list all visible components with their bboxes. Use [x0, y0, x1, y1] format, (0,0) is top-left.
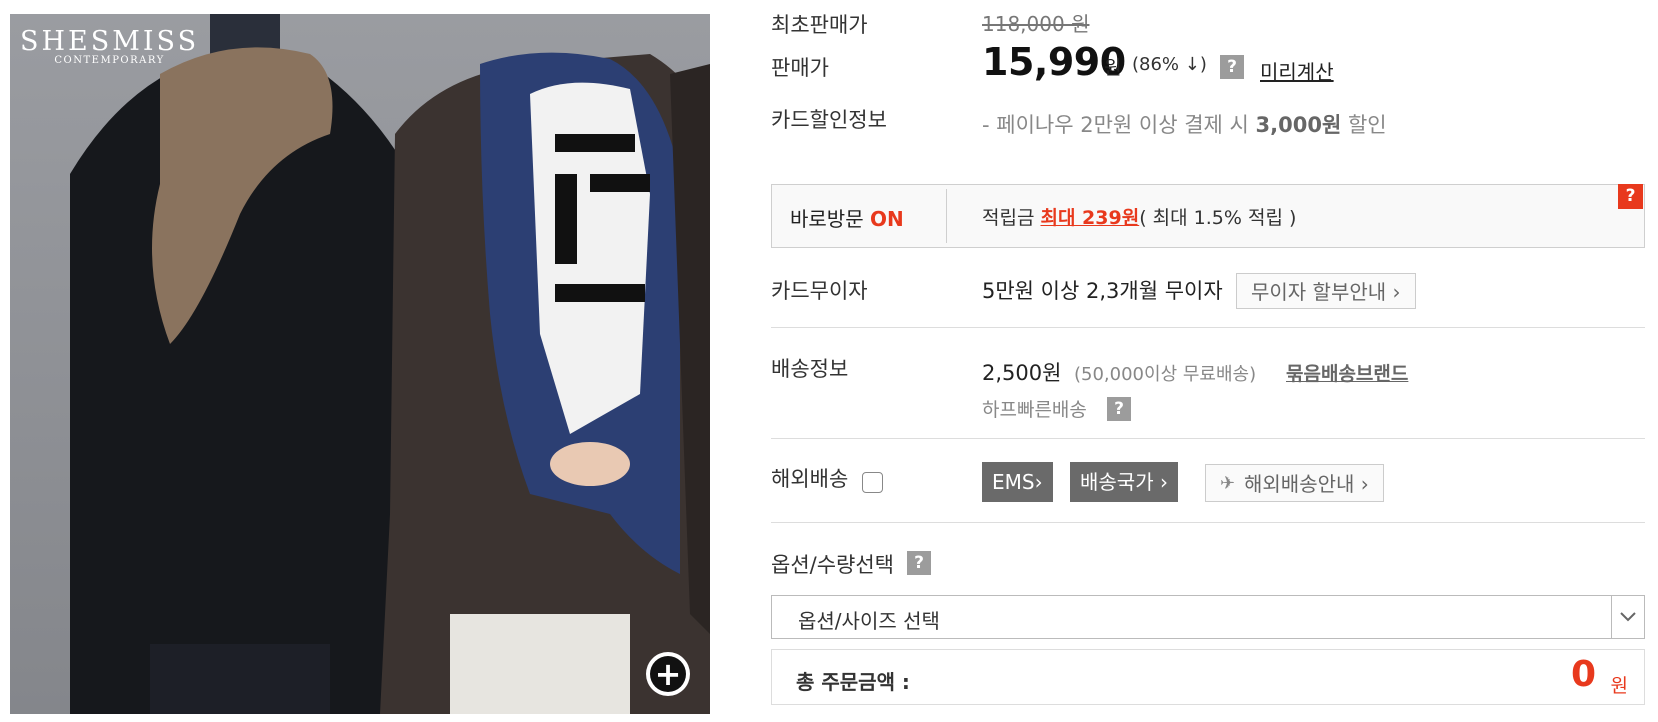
original-price-label: 최초판매가: [771, 13, 868, 37]
total-order-label: 총 주문금액 :: [796, 670, 910, 694]
points-max-link[interactable]: 최대 239원: [1040, 207, 1139, 229]
total-order-unit: 원: [1610, 675, 1628, 697]
points-label: 적립금: [982, 207, 1041, 229]
row-divider: [771, 327, 1645, 328]
chevron-down-icon[interactable]: [1611, 596, 1644, 638]
option-size-select[interactable]: 옵션/사이즈 선택: [771, 595, 1645, 639]
fast-shipping-label: 하프빠른배송: [982, 399, 1087, 421]
option-select-text: 옵션/사이즈 선택: [798, 609, 940, 633]
discount-rate: (86% ↓): [1132, 54, 1207, 75]
card-discount-prefix: - 페이나우 2만원 이상 결제 시: [982, 113, 1256, 137]
overseas-guide-label: 해외배송안내 ›: [1244, 472, 1369, 496]
card-installment-text: 5만원 이상 2,3개월 무이자: [982, 279, 1223, 303]
ems-button[interactable]: EMS›: [982, 462, 1053, 502]
brand-logo: SHESMISS CONTEMPORARY: [20, 26, 199, 66]
shipping-country-button[interactable]: 배송국가 ›: [1070, 462, 1178, 502]
sale-price-label: 판매가: [771, 56, 829, 80]
zoom-button[interactable]: +: [646, 652, 690, 696]
price-help-icon[interactable]: ?: [1220, 55, 1244, 79]
overseas-guide-button[interactable]: ✈ 해외배송안내 ›: [1205, 464, 1384, 502]
sale-price-unit: 원: [1104, 57, 1122, 79]
product-image[interactable]: SHESMISS CONTEMPORARY +: [10, 14, 710, 714]
card-discount-label: 카드할인정보: [771, 108, 887, 132]
direct-visit-box: 바로방문 ON 적립금 최대 239원( 최대 1.5% 적립 ): [771, 184, 1645, 248]
total-order-amount: 0: [1570, 654, 1596, 695]
visit-divider: [946, 189, 947, 243]
visit-help-icon[interactable]: ?: [1618, 184, 1643, 209]
row-divider: [771, 522, 1645, 523]
direct-visit-label: 바로방문 ON: [790, 203, 904, 232]
row-divider: [771, 438, 1645, 439]
shipping-label: 배송정보: [771, 357, 849, 381]
card-discount-text: - 페이나우 2만원 이상 결제 시 3,000원 할인: [982, 109, 1387, 139]
card-discount-suffix: 할인: [1341, 113, 1387, 137]
free-shipping-note: (50,000이상 무료배송): [1074, 364, 1257, 385]
card-discount-amount: 3,000원: [1255, 113, 1342, 137]
total-order-box: 총 주문금액 : 0 원: [771, 649, 1645, 705]
overseas-shipping-checkbox[interactable]: [862, 472, 883, 493]
shipping-fee: 2,500원: [982, 361, 1062, 385]
points-suffix: ( 최대 1.5% 적립 ): [1139, 207, 1297, 229]
plus-icon: +: [650, 656, 686, 692]
points-info: 적립금 최대 239원( 최대 1.5% 적립 ): [982, 203, 1296, 230]
fast-shipping-help-icon[interactable]: ?: [1107, 397, 1131, 421]
direct-visit-status: ON: [869, 207, 904, 231]
brand-name: SHESMISS: [20, 26, 200, 57]
option-quantity-label: 옵션/수량선택: [771, 553, 894, 577]
card-installment-label: 카드무이자: [771, 279, 868, 303]
original-price-value: 118,000 원: [982, 12, 1090, 36]
product-photo: [10, 14, 710, 714]
direct-visit-text: 바로방문: [790, 207, 864, 231]
option-help-icon[interactable]: ?: [907, 551, 931, 575]
precalc-link[interactable]: 미리계산: [1260, 56, 1334, 85]
bundle-shipping-link[interactable]: 묶음배송브랜드: [1286, 359, 1408, 386]
overseas-shipping-label: 해외배송: [771, 467, 849, 491]
installment-guide-button[interactable]: 무이자 할부안내 ›: [1236, 273, 1416, 309]
airplane-icon: ✈: [1220, 473, 1236, 494]
chevron-down-glyph: [1620, 612, 1636, 622]
